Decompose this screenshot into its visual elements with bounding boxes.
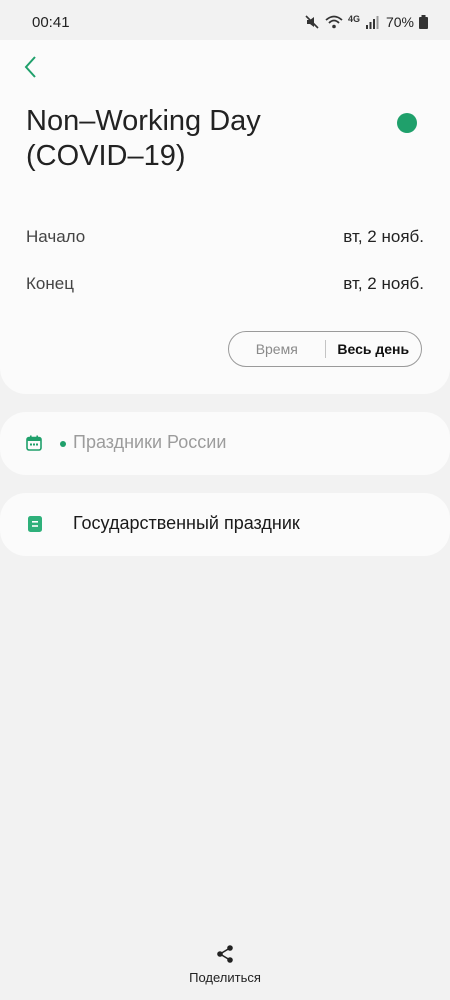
note-card: Государственный праздник xyxy=(0,493,450,556)
wifi-icon xyxy=(325,14,343,30)
time-all-day-toggle: Время Весь день xyxy=(228,331,422,367)
end-date[interactable]: вт, 2 нояб. xyxy=(343,274,424,294)
event-detail-screen: 00:41 4G 70% Non–Working Day (COVID–19) … xyxy=(0,0,450,1000)
start-label: Начало xyxy=(26,227,86,246)
calendar-color-dot xyxy=(60,441,66,447)
end-row: Конец вт, 2 нояб. xyxy=(26,271,424,297)
start-date[interactable]: вт, 2 нояб. xyxy=(343,227,424,247)
share-button[interactable]: Поделиться xyxy=(175,944,275,994)
event-title: Non–Working Day (COVID–19) xyxy=(26,105,261,172)
calendar-selector[interactable]: Праздники России xyxy=(0,412,450,475)
signal-icon xyxy=(365,15,379,29)
note-text: Государственный праздник xyxy=(73,513,300,533)
back-button[interactable] xyxy=(16,54,46,84)
share-label: Поделиться xyxy=(189,970,261,985)
event-color-dot[interactable] xyxy=(397,113,417,133)
calendar-name: Праздники России xyxy=(73,432,227,452)
toggle-time-option[interactable]: Время xyxy=(229,341,325,357)
note-icon xyxy=(28,516,42,537)
status-bar: 00:41 4G 70% xyxy=(0,0,450,40)
status-time: 00:41 xyxy=(32,14,70,31)
end-label: Конец xyxy=(26,274,74,293)
share-icon xyxy=(175,944,275,964)
calendar-icon xyxy=(26,435,42,456)
start-row: Начало вт, 2 нояб. xyxy=(26,224,424,250)
network-type: 4G xyxy=(347,14,360,24)
status-icons: 4G 70% xyxy=(304,12,428,32)
toggle-all-day-option[interactable]: Весь день xyxy=(326,341,422,357)
mute-icon xyxy=(304,14,320,30)
event-card: Non–Working Day (COVID–19) Начало вт, 2 … xyxy=(0,40,450,394)
chevron-left-icon xyxy=(23,55,39,84)
battery-icon xyxy=(419,15,428,29)
battery-percent: 70% xyxy=(385,14,414,30)
